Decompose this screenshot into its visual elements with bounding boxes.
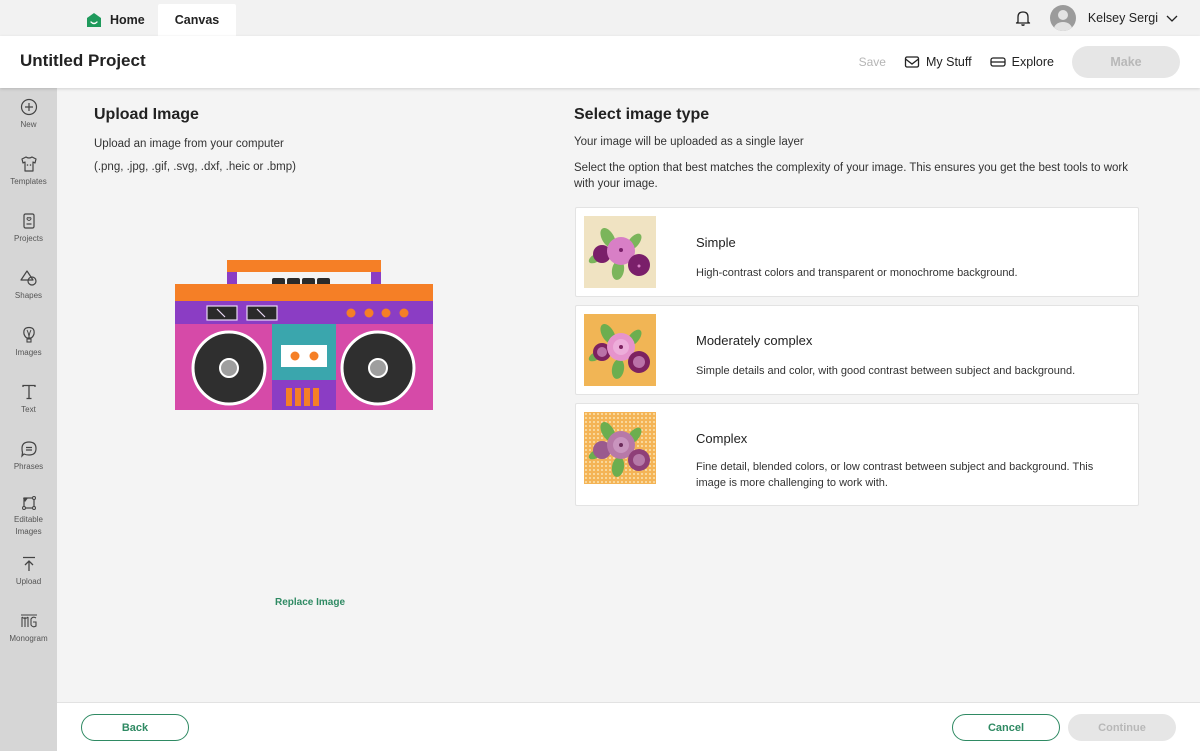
replace-image-link[interactable]: Replace Image — [275, 597, 345, 608]
user-area: Kelsey Sergi — [1014, 0, 1178, 36]
sidebar-label: Templates — [10, 177, 47, 186]
uploaded-image-preview — [175, 260, 433, 410]
sidebar-item-templates[interactable]: Templates — [0, 155, 57, 188]
projects-icon — [22, 213, 35, 229]
select-description: Select the option that best matches the … — [574, 162, 1128, 190]
sidebar-item-images[interactable]: Images — [0, 326, 57, 359]
tab-canvas-label: Canvas — [174, 13, 220, 27]
option-name: Moderately complex — [696, 333, 813, 348]
sidebar-label: Upload — [15, 577, 42, 586]
my-stuff-link[interactable]: My Stuff — [904, 54, 972, 70]
option-description: High-contrast colors and transparent or … — [696, 267, 1018, 279]
sidebar: New Templates Projects Shapes Images Tex… — [0, 88, 57, 751]
editable-images-icon — [21, 496, 36, 510]
select-subtitle: Your image will be uploaded as a single … — [574, 136, 804, 148]
sidebar-item-phrases[interactable]: Phrases — [0, 440, 57, 473]
user-name[interactable]: Kelsey Sergi — [1088, 11, 1158, 25]
sidebar-item-shapes[interactable]: Shapes — [0, 269, 57, 302]
project-title[interactable]: Untitled Project — [20, 51, 146, 71]
continue-button[interactable]: Continue — [1068, 714, 1176, 741]
chevron-down-icon[interactable] — [1166, 12, 1178, 24]
header-actions: Save My Stuff Explore Make — [859, 46, 1180, 78]
main-content: Upload Image Upload an image from your c… — [57, 88, 1200, 702]
tab-home[interactable]: Home — [86, 4, 145, 36]
inbox-icon — [904, 56, 920, 68]
sidebar-label: Projects — [14, 234, 43, 243]
sidebar-item-monogram[interactable]: Monogram — [0, 612, 57, 645]
sidebar-label: Phrases — [13, 462, 44, 471]
option-complex[interactable]: Complex Fine detail, blended colors, or … — [575, 403, 1139, 506]
upload-description: Upload an image from your computer — [94, 138, 284, 150]
sidebar-item-text[interactable]: Text — [0, 383, 57, 416]
simple-flower-thumbnail — [584, 216, 656, 288]
speech-bubble-icon — [20, 441, 37, 458]
option-name: Simple — [696, 235, 736, 250]
sidebar-label: Editable Images — [14, 515, 43, 536]
sidebar-item-projects[interactable]: Projects — [0, 212, 57, 245]
sidebar-label: Images — [15, 348, 42, 357]
moderate-flower-thumbnail — [584, 314, 656, 386]
home-icon — [87, 13, 101, 27]
upload-icon — [22, 556, 35, 571]
sidebar-label: Shapes — [14, 291, 43, 300]
lightbulb-icon — [22, 326, 35, 343]
top-tab-bar: Home Canvas Kelsey Sergi — [0, 0, 1200, 36]
explore-link[interactable]: Explore — [989, 54, 1054, 70]
tab-canvas[interactable]: Canvas — [158, 4, 236, 36]
sidebar-label: Monogram — [9, 634, 48, 643]
explore-icon — [989, 57, 1006, 67]
option-moderately-complex[interactable]: Moderately complex Simple details and co… — [575, 305, 1139, 395]
sidebar-item-editable-images[interactable]: Editable Images — [0, 493, 57, 538]
plus-circle-icon — [20, 98, 37, 116]
make-button[interactable]: Make — [1072, 46, 1180, 78]
project-header: Untitled Project Save My Stuff Explore M… — [0, 36, 1200, 88]
sidebar-item-new[interactable]: New — [0, 98, 57, 131]
explore-label: Explore — [1011, 55, 1054, 69]
bell-icon[interactable] — [1014, 9, 1032, 27]
sidebar-item-upload[interactable]: Upload — [0, 555, 57, 588]
option-simple[interactable]: Simple High-contrast colors and transpar… — [575, 207, 1139, 297]
monogram-icon — [20, 614, 37, 628]
upload-title: Upload Image — [94, 106, 199, 123]
sidebar-label: New — [20, 120, 37, 129]
tshirt-icon — [20, 156, 37, 172]
avatar[interactable] — [1049, 5, 1076, 31]
option-description: Fine detail, blended colors, or low cont… — [696, 461, 1094, 489]
complex-flower-thumbnail — [584, 412, 656, 484]
upload-formats: (.png, .jpg, .gif, .svg, .dxf, .heic or … — [94, 161, 296, 173]
select-title: Select image type — [574, 106, 710, 123]
my-stuff-label: My Stuff — [925, 55, 972, 69]
footer: Back Cancel Continue — [57, 702, 1200, 751]
option-description: Simple details and color, with good cont… — [696, 365, 1076, 377]
sidebar-label: Text — [21, 405, 36, 414]
tab-home-label: Home — [110, 13, 145, 27]
shapes-icon — [19, 270, 37, 286]
save-button[interactable]: Save — [859, 55, 886, 69]
cancel-button[interactable]: Cancel — [952, 714, 1060, 741]
option-name: Complex — [696, 431, 748, 446]
text-icon — [21, 384, 36, 400]
back-button[interactable]: Back — [81, 714, 189, 741]
